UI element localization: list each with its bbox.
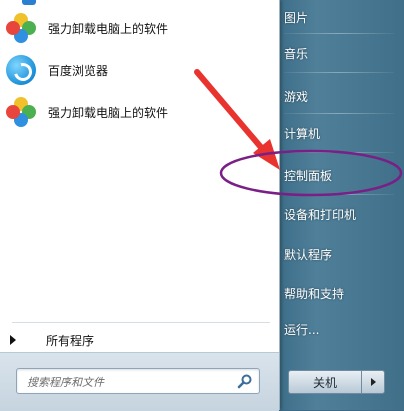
triangle-right-icon: [10, 335, 16, 345]
search-input[interactable]: [25, 371, 229, 393]
menu-item-label: 图片: [284, 10, 309, 25]
menu-item-label: 帮助和支持: [284, 286, 345, 301]
menu-item-label: 计算机: [284, 126, 321, 141]
menu-item-label: 控制面板: [284, 168, 333, 183]
menu-item-devices-printers[interactable]: 设备和打印机: [284, 202, 396, 226]
divider: [284, 72, 394, 73]
divider: [12, 322, 270, 323]
divider: [284, 152, 394, 153]
all-programs-button[interactable]: 所有程序: [10, 330, 268, 350]
search-box[interactable]: [16, 368, 260, 394]
menu-item-label: 音乐: [284, 46, 309, 61]
menu-item-games[interactable]: 游戏: [284, 84, 396, 108]
menu-item-label: 游戏: [284, 89, 309, 104]
program-label: 百度浏览器: [48, 63, 109, 78]
menu-item-label: 运行...: [284, 322, 320, 337]
start-menu-left-pane: 强力卸载电脑上的软件 百度浏览器 强力卸载电脑上的软件 所有程序: [0, 0, 280, 411]
shutdown-options-button[interactable]: [361, 370, 385, 394]
program-label: 强力卸载电脑上的软件: [48, 21, 169, 36]
pinwheel-icon: [6, 97, 36, 127]
program-item-uninstaller[interactable]: 强力卸载电脑上的软件: [6, 8, 268, 48]
divider: [284, 33, 394, 34]
menu-item-music[interactable]: 音乐: [284, 41, 396, 65]
search-icon[interactable]: [237, 373, 253, 389]
menu-item-pictures[interactable]: 图片: [284, 5, 396, 29]
menu-item-computer[interactable]: 计算机: [284, 121, 396, 145]
pinwheel-icon: [6, 13, 36, 43]
all-programs-label: 所有程序: [46, 333, 95, 348]
menu-item-label: 设备和打印机: [284, 207, 357, 222]
menu-item-run[interactable]: 运行...: [284, 317, 396, 341]
program-item-baidu-browser[interactable]: 百度浏览器: [6, 50, 268, 90]
partial-program-icon: [22, 0, 36, 5]
menu-item-control-panel[interactable]: 控制面板: [284, 163, 396, 187]
menu-item-label: 默认程序: [284, 247, 333, 262]
divider: [284, 113, 394, 114]
menu-item-default-programs[interactable]: 默认程序: [284, 242, 396, 266]
program-label: 强力卸载电脑上的软件: [48, 105, 169, 120]
baidu-browser-icon: [6, 55, 36, 85]
shutdown-label: 关机: [312, 375, 337, 390]
triangle-right-icon: [370, 378, 376, 386]
shutdown-button[interactable]: 关机: [288, 370, 362, 394]
menu-item-help-support[interactable]: 帮助和支持: [284, 281, 396, 305]
program-item-uninstaller-2[interactable]: 强力卸载电脑上的软件: [6, 92, 268, 132]
divider: [284, 194, 394, 195]
